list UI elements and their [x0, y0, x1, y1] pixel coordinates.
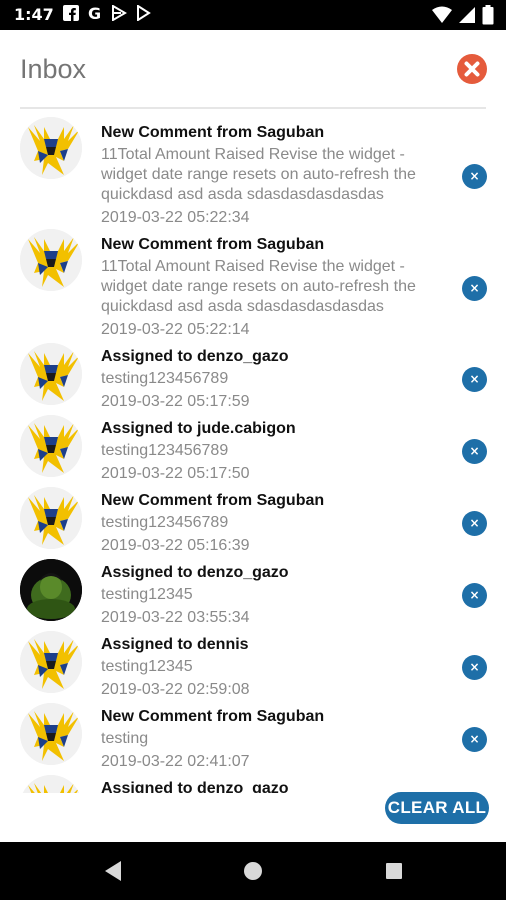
- notification-content: Assigned to denzo_gazo: [101, 779, 451, 793]
- notification-content: New Comment from Saguban 11Total Amount …: [101, 235, 451, 340]
- facebook-icon: [62, 5, 80, 23]
- notification-body: testing123456789: [101, 370, 229, 387]
- battery-icon: [482, 5, 494, 29]
- notification-title: New Comment from Saguban: [101, 708, 325, 725]
- wolverine-avatar: [20, 703, 82, 765]
- notification-content: New Comment from Saguban testing12345678…: [101, 491, 451, 556]
- notification-title: New Comment from Saguban: [101, 492, 325, 509]
- back-button[interactable]: [103, 860, 123, 886]
- notification-content: Assigned to jude.cabigon testing12345678…: [101, 419, 451, 484]
- notification-content: Assigned to denzo_gazo testing123456789 …: [101, 347, 451, 412]
- close-icon: [457, 54, 487, 84]
- notification-time: 2019-03-22 05:17:59: [101, 393, 250, 410]
- close-icon: ×: [469, 444, 480, 458]
- dismiss-button[interactable]: ×: [462, 727, 487, 752]
- hulk-avatar: [20, 559, 82, 621]
- play-store-icon: [134, 4, 152, 23]
- notification-title: Assigned to denzo_gazo: [101, 564, 289, 581]
- dismiss-button[interactable]: ×: [462, 439, 487, 464]
- header-divider: [20, 107, 486, 109]
- signal-icon: [458, 6, 476, 28]
- status-bar: 1:47 G: [0, 0, 506, 30]
- flag-icon: [110, 4, 128, 23]
- notification-body: testing123456789: [101, 442, 229, 459]
- dismiss-button[interactable]: ×: [462, 655, 487, 680]
- recents-button[interactable]: [386, 863, 402, 879]
- clear-all-button[interactable]: CLEAR ALL: [385, 792, 489, 824]
- notification-content: Assigned to denzo_gazo testing12345 2019…: [101, 563, 451, 628]
- notification-title: Assigned to jude.cabigon: [101, 420, 296, 437]
- notification-time: 2019-03-22 05:17:50: [101, 465, 250, 482]
- notification-title: Assigned to denzo_gazo: [101, 780, 289, 793]
- dismiss-button[interactable]: ×: [462, 367, 487, 392]
- wolverine-avatar: [20, 343, 82, 405]
- dismiss-button[interactable]: ×: [462, 511, 487, 536]
- notification-time: 2019-03-22 02:41:07: [101, 753, 250, 770]
- notification-body: testing12345: [101, 586, 193, 603]
- notification-title: New Comment from Saguban: [101, 124, 325, 141]
- notification-body: testing12345: [101, 658, 193, 675]
- close-icon: ×: [469, 588, 480, 602]
- google-icon: G: [86, 4, 104, 23]
- wolverine-avatar: [20, 775, 82, 793]
- notification-time: 2019-03-22 05:22:34: [101, 209, 250, 226]
- wolverine-avatar: [20, 487, 82, 549]
- dismiss-button[interactable]: ×: [462, 164, 487, 189]
- close-icon: ×: [469, 281, 480, 295]
- back-icon: [105, 861, 121, 881]
- close-icon: ×: [469, 169, 480, 183]
- notification-time: 2019-03-22 03:55:34: [101, 609, 250, 626]
- notification-title: Assigned to denzo_gazo: [101, 348, 289, 365]
- wolverine-avatar: [20, 117, 82, 179]
- wolverine-avatar: [20, 229, 82, 291]
- status-time: 1:47: [14, 5, 54, 24]
- close-icon: ×: [469, 372, 480, 386]
- wolverine-avatar: [20, 631, 82, 693]
- notification-icons: G: [62, 4, 152, 23]
- inbox-header: Inbox: [0, 30, 506, 108]
- dismiss-button[interactable]: ×: [462, 583, 487, 608]
- system-icons: [432, 5, 494, 29]
- system-nav-bar: [0, 842, 506, 900]
- notification-body: testing: [101, 730, 149, 747]
- notification-body: 11Total Amount Raised Revise the widget …: [101, 146, 416, 203]
- notification-body: testing123456789: [101, 514, 229, 531]
- notification-body: 11Total Amount Raised Revise the widget …: [101, 258, 416, 315]
- notification-content: New Comment from Saguban testing 2019-03…: [101, 707, 451, 772]
- notification-content: Assigned to dennis testing12345 2019-03-…: [101, 635, 451, 700]
- wifi-icon: [432, 6, 452, 28]
- notification-time: 2019-03-22 05:22:14: [101, 321, 250, 338]
- close-icon: ×: [469, 516, 480, 530]
- notification-content: New Comment from Saguban 11Total Amount …: [101, 123, 451, 228]
- notification-list[interactable]: New Comment from Saguban 11Total Amount …: [0, 113, 506, 793]
- close-icon: ×: [469, 660, 480, 674]
- notification-time: 2019-03-22 05:16:39: [101, 537, 250, 554]
- close-icon: ×: [469, 732, 480, 746]
- wolverine-avatar: [20, 415, 82, 477]
- notification-time: 2019-03-22 02:59:08: [101, 681, 250, 698]
- page-title: Inbox: [20, 54, 87, 84]
- home-button[interactable]: [244, 862, 262, 880]
- close-button[interactable]: [457, 54, 487, 84]
- notification-title: Assigned to dennis: [101, 636, 249, 653]
- dismiss-button[interactable]: ×: [462, 276, 487, 301]
- svg-text:G: G: [88, 5, 101, 21]
- notification-title: New Comment from Saguban: [101, 236, 325, 253]
